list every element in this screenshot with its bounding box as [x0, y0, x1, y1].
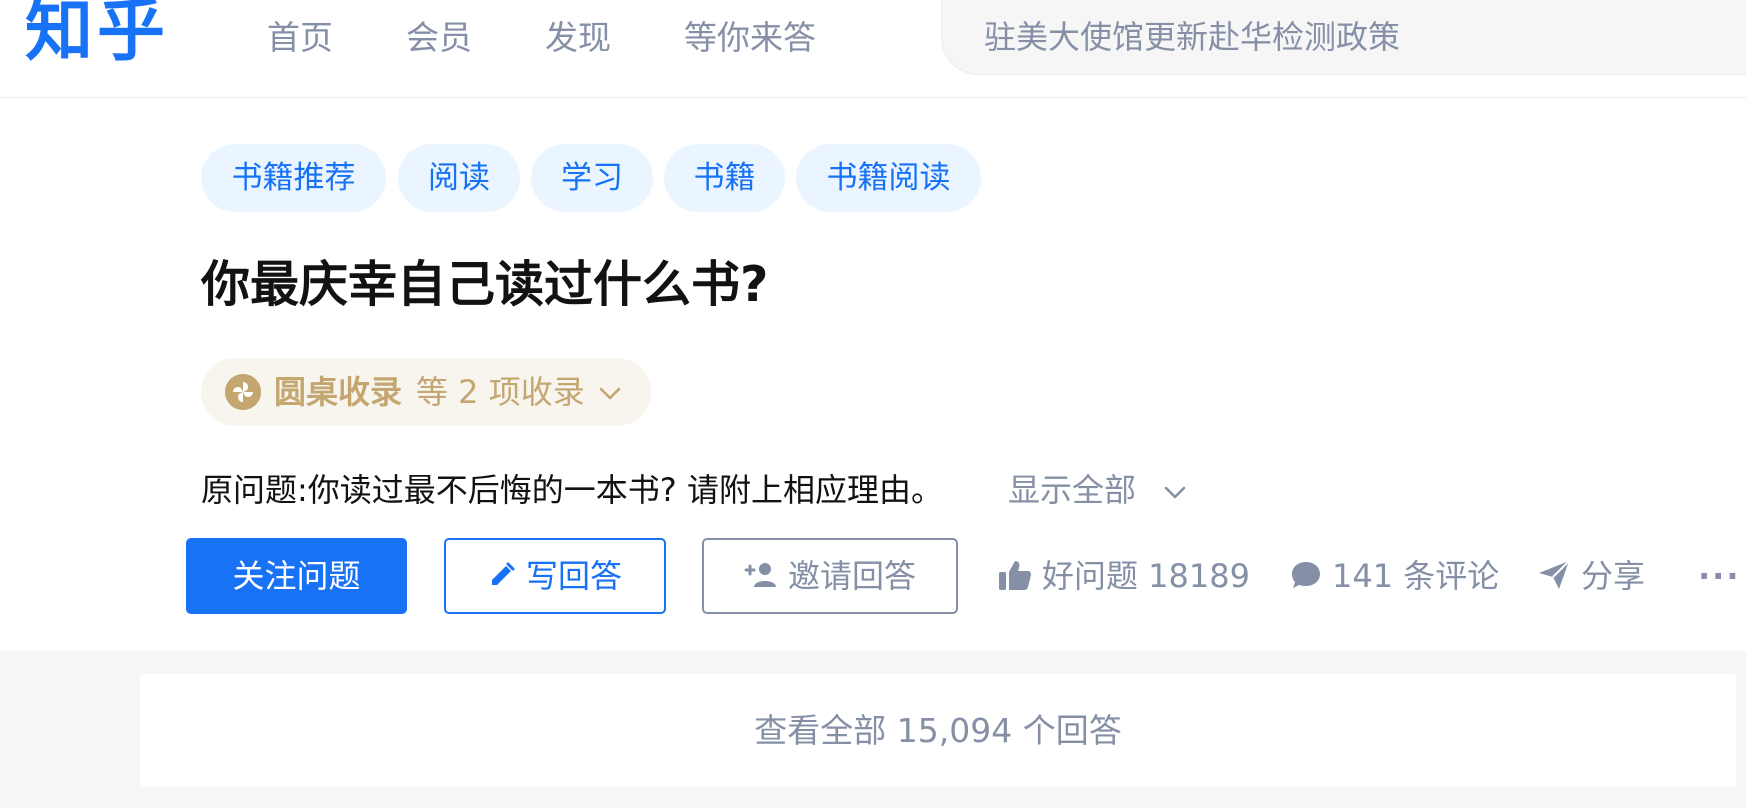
- zhihu-logo[interactable]: 知乎: [25, 0, 169, 68]
- thumbs-up-icon: [999, 561, 1031, 590]
- collection-count: 等 2 项收录: [416, 373, 585, 411]
- view-all-answers-button[interactable]: 查看全部 15,094 个回答: [140, 674, 1736, 787]
- topic-tag[interactable]: 书籍: [664, 144, 785, 212]
- invite-answer-button[interactable]: 邀请回答: [702, 538, 958, 614]
- comments-label: 141 条评论: [1332, 557, 1500, 595]
- question-detail: 原问题:你读过最不后悔的一本书? 请附上相应理由。: [201, 471, 943, 509]
- collection-icon: [225, 374, 261, 410]
- add-user-icon: [744, 563, 776, 587]
- search-input[interactable]: [984, 16, 1684, 58]
- pencil-icon: [491, 562, 515, 585]
- follow-question-button[interactable]: 关注问题: [186, 538, 407, 614]
- nav-item-waiting-answers[interactable]: 等你来答: [684, 18, 816, 58]
- good-question-label: 好问题 18189: [1042, 557, 1250, 595]
- question-title: 你最庆幸自己读过什么书?: [201, 256, 769, 313]
- share-button[interactable]: 分享: [1537, 538, 1645, 614]
- topic-tag[interactable]: 书籍推荐: [201, 144, 386, 212]
- write-answer-label: 写回答: [525, 557, 622, 595]
- comments-button[interactable]: 141 条评论: [1290, 538, 1499, 614]
- collection-label: 圆桌收录: [274, 373, 403, 411]
- share-label: 分享: [1581, 557, 1646, 595]
- good-question-button[interactable]: 好问题 18189: [998, 538, 1250, 614]
- topic-tag[interactable]: 阅读: [398, 144, 520, 212]
- collection-badge[interactable]: 圆桌收录 等 2 项收录: [201, 358, 651, 426]
- nav-item-discover[interactable]: 发现: [545, 18, 611, 58]
- chevron-down-icon: [599, 387, 621, 400]
- comment-icon: [1292, 562, 1320, 588]
- question-header: 书籍推荐 阅读 学习 书籍 书籍阅读 你最庆幸自己读过什么书? 圆桌收录 等 2…: [0, 98, 1746, 651]
- write-answer-button[interactable]: 写回答: [444, 538, 666, 614]
- topic-tag[interactable]: 书籍阅读: [796, 144, 981, 212]
- paper-plane-icon: [1539, 560, 1570, 589]
- more-icon[interactable]: ···: [1698, 538, 1740, 614]
- topic-tag[interactable]: 学习: [531, 144, 653, 212]
- invite-answer-label: 邀请回答: [787, 557, 916, 595]
- search-box: [941, 0, 1746, 75]
- show-all-link[interactable]: 显示全部: [1008, 470, 1136, 510]
- nav-item-vip[interactable]: 会员: [406, 18, 472, 58]
- top-navigation-bar: 知乎 首页 会员 发现 等你来答: [0, 0, 1746, 98]
- nav-item-home[interactable]: 首页: [267, 18, 333, 58]
- chevron-down-icon: [1164, 486, 1186, 499]
